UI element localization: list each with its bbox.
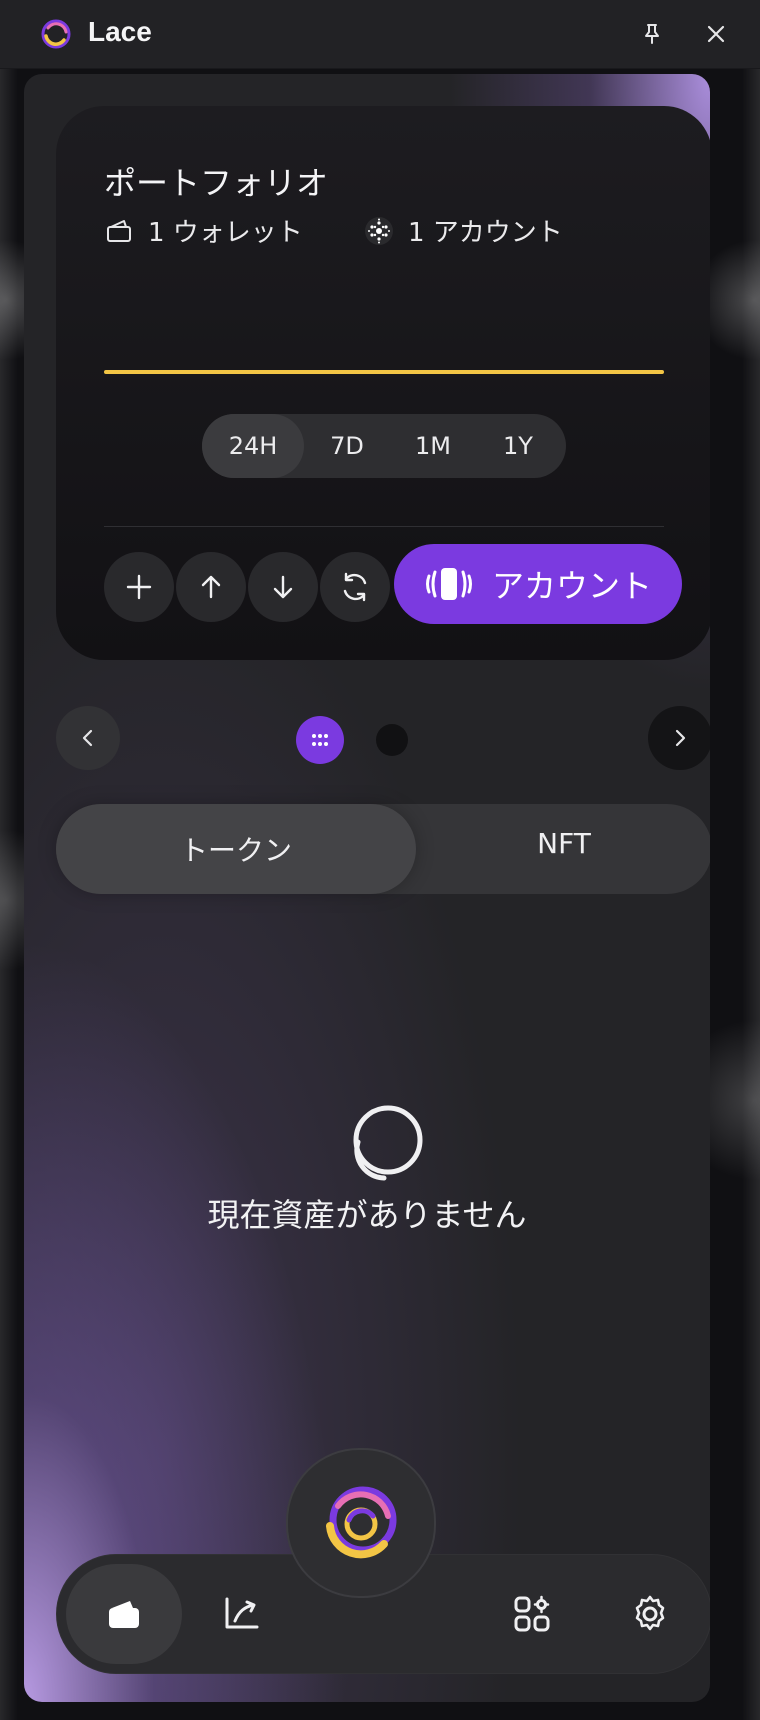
receive-icon [273,575,293,599]
asset-tabs: トークン NFT [56,804,710,894]
range-1y[interactable]: 1Y [476,414,560,478]
cardano-icon [364,216,394,246]
nav-activity[interactable] [184,1564,300,1664]
account-cards-icon [424,564,474,604]
range-1m[interactable]: 1M [390,414,476,478]
next-page-button[interactable] [648,706,710,770]
add-icon [126,574,152,600]
range-24h[interactable]: 24H [202,414,304,478]
close-button[interactable] [700,18,732,50]
tab-nft[interactable]: NFT [416,798,710,888]
wallet-count: 1 ウォレット [104,212,303,249]
nav-dapps[interactable] [474,1564,590,1664]
pin-icon [645,24,659,44]
wallet-outline-icon [104,216,134,246]
app-title: Lace [88,16,152,47]
account-count-label: 1 アカウント [408,218,563,248]
page-indicator-active[interactable] [296,716,344,764]
grid-dots-icon [312,734,328,746]
page-indicator-inactive[interactable] [376,724,408,756]
close-icon [707,25,725,43]
dapps-icon [514,1595,550,1632]
divider [104,526,664,527]
previous-page-button[interactable] [56,706,120,770]
wallet-count-label: 1 ウォレット [148,218,303,248]
activity-icon [225,1597,259,1629]
settings-icon [635,1595,665,1631]
wallet-icon [109,1601,139,1628]
swap-icon [343,572,367,602]
receive-button[interactable] [248,552,318,622]
add-button[interactable] [104,552,174,622]
portfolio-card: ポートフォリオ 1 ウォレット 1 アカウント 24H 7D 1M 1Y アカウ… [56,106,710,660]
lace-logo-icon [326,1486,397,1559]
titlebar: Lace [0,0,760,69]
chevron-right-icon [675,729,686,747]
send-icon [201,575,221,599]
lace-logo-icon [41,19,71,49]
portfolio-chart-line [104,370,664,374]
pin-button[interactable] [636,18,668,50]
time-range-selector: 24H 7D 1M 1Y [202,414,566,478]
tab-tokens[interactable]: トークン [56,804,416,894]
nav-wallet[interactable] [66,1564,182,1664]
empty-state-message: 現在資産がありません [207,1196,527,1234]
range-7d[interactable]: 7D [304,414,390,478]
coins-icon [353,1105,423,1181]
send-button[interactable] [176,552,246,622]
nav-lace-home[interactable] [286,1448,436,1598]
account-button[interactable]: アカウント [394,544,682,624]
nav-settings[interactable] [592,1564,708,1664]
swap-button[interactable] [320,552,390,622]
portfolio-title: ポートフォリオ [104,164,329,202]
account-button-label: アカウント [491,567,652,605]
chevron-left-icon [82,729,93,747]
account-count: 1 アカウント [364,212,563,249]
